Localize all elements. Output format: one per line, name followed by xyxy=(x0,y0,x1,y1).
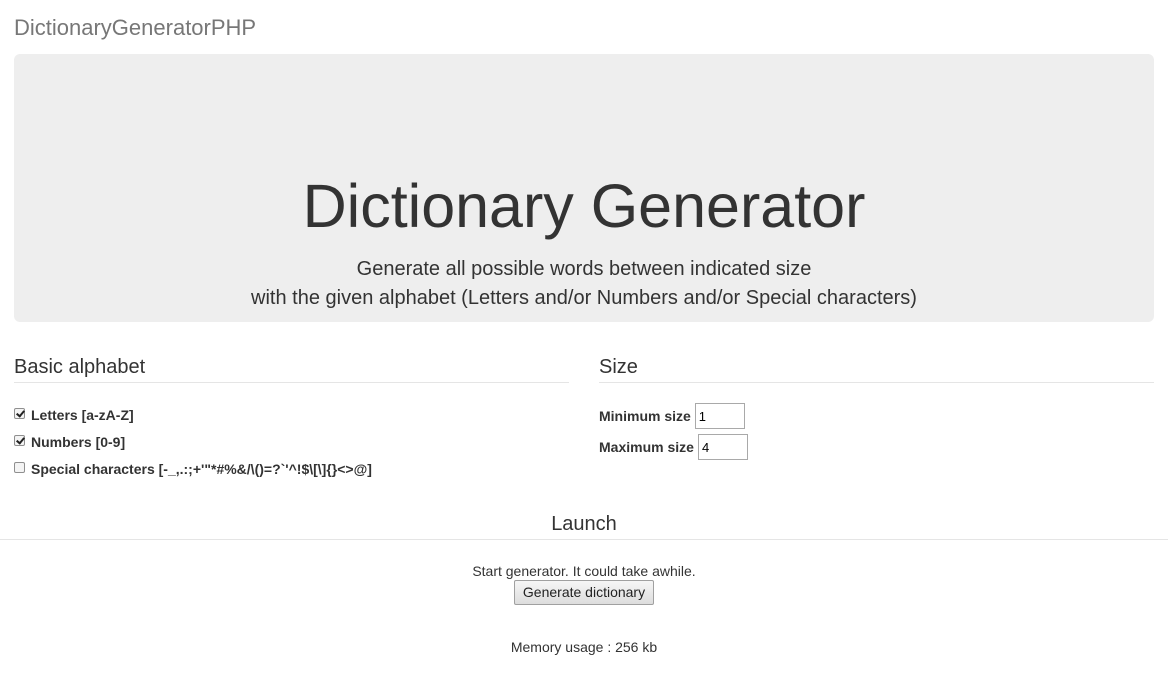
numbers-label: Numbers [0-9] xyxy=(31,434,126,450)
letters-option[interactable]: Letters [a-zA-Z] xyxy=(14,407,134,423)
maximum-size-row: Maximum size xyxy=(599,434,748,460)
size-divider xyxy=(599,382,1154,383)
page-title: Dictionary Generator xyxy=(302,172,866,240)
launch-divider xyxy=(0,539,1168,540)
special-characters-option[interactable]: Special characters [-_,.:;+'"*#%&/\()=?`… xyxy=(14,461,372,477)
generate-button-container: Generate dictionary xyxy=(0,580,1168,605)
minimum-size-row: Minimum size xyxy=(599,403,745,429)
minimum-size-label: Minimum size xyxy=(599,408,691,424)
launch-heading: Launch xyxy=(551,513,617,535)
minimum-size-input[interactable] xyxy=(694,403,745,429)
maximum-size-input[interactable] xyxy=(697,434,748,460)
hero-panel: Dictionary Generator Generate all possib… xyxy=(14,54,1154,322)
numbers-option[interactable]: Numbers [0-9] xyxy=(14,434,126,450)
letters-checkbox[interactable] xyxy=(14,407,25,419)
numbers-checkbox[interactable] xyxy=(14,434,25,446)
letters-label: Letters [a-zA-Z] xyxy=(31,407,134,423)
generate-dictionary-button[interactable]: Generate dictionary xyxy=(513,580,655,605)
launch-description: Start generator. It could take awhile. xyxy=(472,563,696,579)
memory-usage: Memory usage : 256 kb xyxy=(510,639,658,655)
special-characters-checkbox[interactable] xyxy=(14,461,25,473)
special-characters-label: Special characters [-_,.:;+'"*#%&/\()=?`… xyxy=(31,461,372,477)
hero-subtitle-line-1: Generate all possible words between indi… xyxy=(356,258,812,280)
alphabet-heading: Basic alphabet xyxy=(14,356,146,378)
size-heading: Size xyxy=(599,356,638,378)
maximum-size-label: Maximum size xyxy=(599,439,694,455)
navbar-brand[interactable]: DictionaryGeneratorPHP xyxy=(14,15,256,41)
hero-subtitle-line-2: with the given alphabet (Letters and/or … xyxy=(251,287,917,309)
alphabet-divider xyxy=(14,382,569,383)
